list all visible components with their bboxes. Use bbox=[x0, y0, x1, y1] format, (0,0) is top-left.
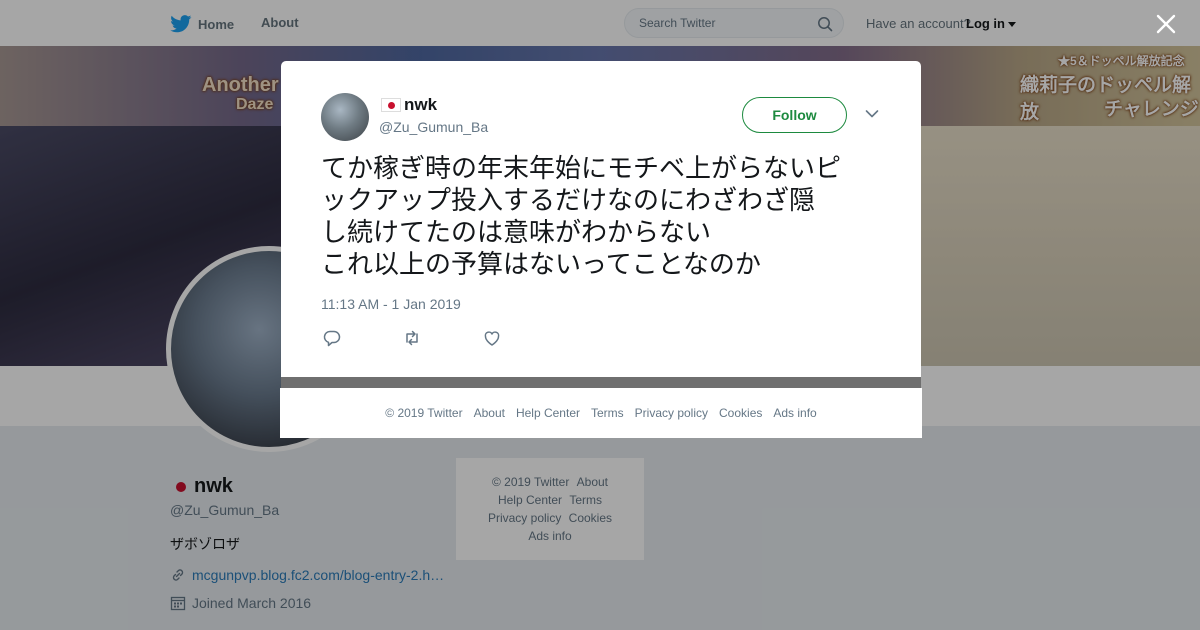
japan-flag-icon bbox=[381, 98, 401, 112]
tweet-author-name-text: nwk bbox=[404, 95, 438, 114]
modal-footer-copyright: © 2019 Twitter bbox=[385, 406, 463, 420]
tweet-author-name[interactable]: nwk bbox=[381, 95, 437, 115]
tweet-timestamp[interactable]: 11:13 AM - 1 Jan 2019 bbox=[321, 296, 461, 312]
close-icon[interactable] bbox=[1154, 12, 1178, 36]
modal-footer-help-link[interactable]: Help Center bbox=[516, 406, 580, 420]
follow-button[interactable]: Follow bbox=[742, 97, 847, 133]
tweet-author-handle[interactable]: @Zu_Gumun_Ba bbox=[379, 119, 488, 135]
like-icon[interactable] bbox=[482, 328, 502, 348]
modal-footer-ads-link[interactable]: Ads info bbox=[773, 406, 816, 420]
modal-divider bbox=[281, 377, 921, 388]
tweet-text-line: し続けてたのは意味がわからない bbox=[321, 218, 712, 248]
tweet-text-line: てか稼ぎ時の年末年始にモチベ上がらないピ bbox=[321, 154, 842, 184]
modal-footer: © 2019 Twitter About Help Center Terms P… bbox=[280, 388, 922, 438]
retweet-icon[interactable] bbox=[402, 328, 422, 348]
modal-footer-terms-link[interactable]: Terms bbox=[591, 406, 624, 420]
modal-footer-about-link[interactable]: About bbox=[474, 406, 505, 420]
chevron-down-icon[interactable] bbox=[865, 109, 879, 119]
tweet-text-line: これ以上の予算はないってことなのか bbox=[321, 250, 761, 280]
tweet-text-line: ックアップ投入するだけなのにわざわざ隠 bbox=[321, 186, 816, 216]
modal-footer-cookies-link[interactable]: Cookies bbox=[719, 406, 762, 420]
modal-footer-privacy-link[interactable]: Privacy policy bbox=[635, 406, 708, 420]
tweet-author-avatar[interactable] bbox=[321, 93, 369, 141]
tweet-text: てか稼ぎ時の年末年始にモチベ上がらないピ ックアップ投入するだけなのにわざわざ隠… bbox=[321, 153, 891, 281]
reply-icon[interactable] bbox=[322, 328, 342, 348]
tweet-modal: nwk @Zu_Gumun_Ba Follow てか稼ぎ時の年末年始にモチベ上が… bbox=[281, 61, 921, 377]
